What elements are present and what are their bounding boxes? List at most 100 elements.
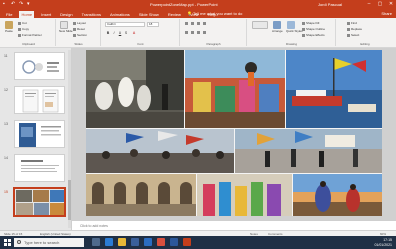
numbering-icon[interactable] — [191, 22, 194, 25]
scrollbar-thumb[interactable] — [68, 180, 71, 220]
maximize-button[interactable]: ▢ — [377, 1, 383, 7]
customize-icon[interactable]: ▾ — [27, 1, 32, 7]
thumbnail-cover-page — [15, 121, 64, 147]
tab-slide-show[interactable]: Slide Show — [137, 11, 161, 18]
select-button[interactable]: Select — [347, 33, 359, 37]
justify-icon[interactable] — [203, 31, 206, 34]
reset-icon — [73, 27, 76, 31]
paste-icon — [5, 21, 13, 29]
replace-button[interactable]: Replace — [347, 27, 362, 31]
current-slide[interactable] — [86, 50, 382, 216]
powerpoint-icon[interactable] — [183, 238, 191, 246]
shapes-gallery[interactable] — [251, 21, 269, 35]
file-explorer-icon[interactable] — [118, 238, 126, 246]
mail-icon[interactable] — [144, 238, 152, 246]
ribbon-tabs: File Home Insert Design Transitions Anim… — [0, 9, 396, 18]
windows-start-icon[interactable] — [4, 239, 11, 246]
slide-number: 11 — [4, 54, 8, 58]
edge-icon[interactable] — [105, 238, 113, 246]
slide-thumbnail-selected[interactable]: 15 — [0, 187, 72, 217]
italic-button[interactable]: I — [112, 31, 116, 35]
tab-home[interactable]: Home — [19, 11, 35, 18]
slide-thumbnail[interactable]: 14 — [0, 154, 72, 183]
photo-procession[interactable] — [235, 129, 382, 173]
thumbnail-image — [14, 154, 65, 182]
photo-street-mural[interactable] — [185, 50, 285, 128]
store-icon[interactable] — [131, 238, 139, 246]
lightbulb-icon: 💡 — [187, 11, 192, 16]
section-button[interactable]: Section — [73, 33, 87, 37]
paragraph-group: Paragraph — [181, 19, 247, 46]
minimize-button[interactable]: – — [366, 1, 372, 7]
copy-button[interactable]: Copy — [18, 27, 29, 31]
new-slide-icon — [60, 21, 68, 29]
windows-taskbar: Type here to search 17:15 01/01/2021 — [0, 236, 396, 249]
font-color-button[interactable]: A — [132, 31, 136, 35]
slide-thumbnail[interactable]: 11 — [0, 52, 72, 81]
layout-button[interactable]: Layout — [73, 21, 86, 25]
photo-harbour[interactable] — [286, 50, 382, 128]
save-icon[interactable]: ▪ — [3, 1, 8, 7]
tab-transitions[interactable]: Transitions — [80, 11, 103, 18]
tab-insert[interactable]: Insert — [39, 11, 53, 18]
slide-thumbnail[interactable]: 13 — [0, 120, 72, 149]
bold-button[interactable]: B — [106, 31, 110, 35]
user-name[interactable]: Jordi Pascual — [318, 2, 342, 7]
shape-fill-button[interactable]: Shape Fill — [302, 21, 319, 25]
slide-thumbnail[interactable]: 12 — [0, 86, 72, 115]
photo-dancers[interactable] — [86, 50, 184, 128]
redo-icon[interactable]: ↷ — [19, 1, 24, 7]
list-buttons — [185, 22, 206, 25]
increase-indent-icon[interactable] — [203, 22, 206, 25]
shape-outline-button[interactable]: Shape Outline — [302, 27, 325, 31]
arrange-button[interactable]: Arrange — [272, 21, 283, 35]
underline-button[interactable]: U — [118, 31, 122, 35]
font-size-box[interactable]: 18 — [147, 22, 159, 27]
align-left-icon[interactable] — [185, 31, 188, 34]
drawing-group: Arrange Quick Styles Shape Fill Shape Ou… — [248, 19, 336, 46]
paste-button[interactable]: Paste — [4, 21, 14, 35]
shadow-button[interactable]: S — [124, 31, 128, 35]
reset-button[interactable]: Reset — [73, 27, 85, 31]
outline-pen-icon — [302, 27, 305, 31]
bullets-icon[interactable] — [185, 22, 188, 25]
chrome-icon[interactable] — [157, 238, 165, 246]
close-button[interactable]: ✕ — [388, 1, 394, 7]
cut-button[interactable]: Cut — [18, 21, 27, 25]
find-button[interactable]: Find — [347, 21, 357, 25]
photo-festival-crowd[interactable] — [86, 129, 234, 173]
task-view-icon[interactable] — [92, 238, 100, 246]
font-group: Calibri 18 B I U S A Font — [102, 19, 180, 46]
photo-building-facade[interactable] — [86, 174, 196, 216]
align-right-icon[interactable] — [197, 31, 200, 34]
tab-file[interactable]: File — [4, 11, 14, 18]
shape-effects-button[interactable]: Shape Effects — [302, 33, 325, 37]
tab-animations[interactable]: Animations — [108, 11, 132, 18]
tell-me-label: Tell me what you want to do — [193, 11, 243, 16]
thumbnail-scrollbar[interactable] — [68, 50, 71, 228]
font-name-box[interactable]: Calibri — [105, 22, 145, 27]
format-painter-button[interactable]: Format Painter — [18, 33, 42, 37]
taskbar-search-box[interactable]: Type here to search — [14, 238, 84, 247]
share-button[interactable]: Share — [381, 11, 392, 16]
thumbnail-text-slide — [15, 155, 64, 181]
decrease-indent-icon[interactable] — [197, 22, 200, 25]
system-tray-clock[interactable]: 17:15 01/01/2021 — [374, 238, 392, 247]
word-icon[interactable] — [170, 238, 178, 246]
search-placeholder: Type here to search — [24, 240, 60, 245]
undo-icon[interactable]: ↶ — [11, 1, 16, 7]
festival-crowd-image — [86, 129, 234, 173]
notes-pane[interactable]: Click to add notes — [72, 220, 396, 230]
street-mural-image — [185, 50, 285, 128]
photo-costumes[interactable] — [197, 174, 292, 216]
new-slide-button[interactable]: New Slide — [59, 21, 73, 35]
align-center-icon[interactable] — [191, 31, 194, 34]
photo-dancer-sunset[interactable] — [293, 174, 382, 216]
tab-review[interactable]: Review — [166, 11, 183, 18]
clipboard-label: Clipboard — [22, 42, 35, 46]
quick-styles-button[interactable]: Quick Styles — [286, 21, 303, 35]
drawing-label: Drawing — [285, 42, 297, 46]
tab-design[interactable]: Design — [58, 11, 74, 18]
dancers-image — [86, 50, 184, 128]
tell-me-search[interactable]: 💡 Tell me what you want to do — [187, 11, 242, 16]
